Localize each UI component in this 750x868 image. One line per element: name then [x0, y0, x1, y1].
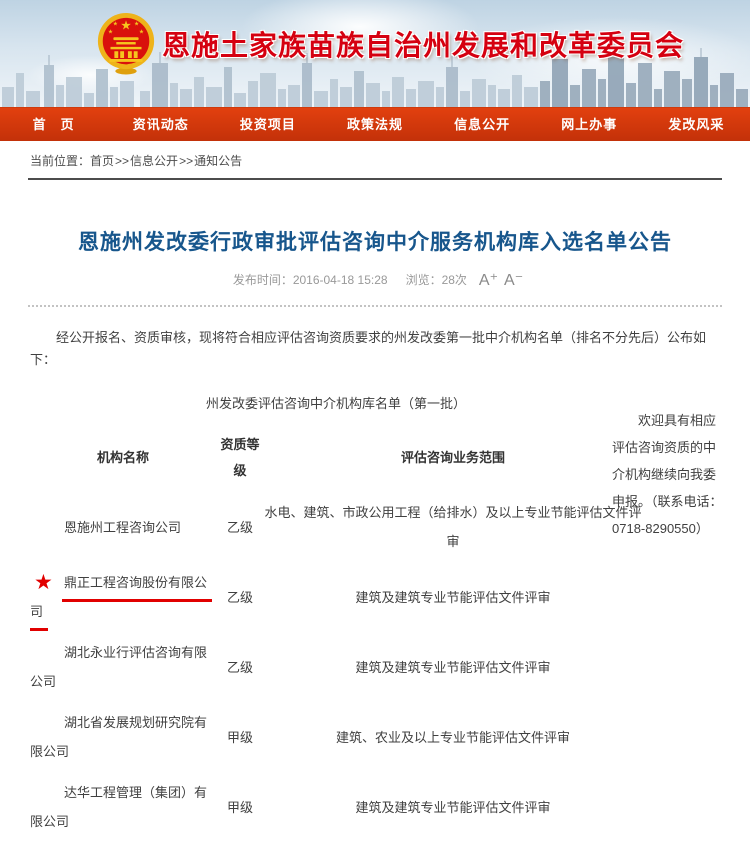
list-title: 州发改委评估咨询中介机构库名单（第一批） [30, 393, 642, 412]
level-cell: 乙级 [216, 632, 264, 702]
site-banner: ★ ★ ★ ★ ★ 恩施土家族苗族自治州发展和改革委员会 [0, 0, 750, 107]
scope-cell: 水电、建筑、市政公用工程（给排水）及以上专业节能评估文件评审 [264, 492, 642, 562]
breadcrumb-separator: >> [179, 154, 193, 168]
site-title: 恩施土家族苗族自治州发展和改革委员会 [162, 24, 684, 64]
nav-item[interactable]: 首 页 [0, 108, 107, 141]
level-cell: 乙级 [216, 492, 264, 562]
publish-time: 发布时间：2016-04-18 15:28 [233, 273, 388, 287]
org-name-cell: 湖北永业行评估咨询有限公司 [30, 632, 216, 702]
nav-item[interactable]: 投资项目 [214, 108, 321, 141]
org-name-cell: 恩施州工程咨询公司 [30, 492, 216, 562]
article-meta: 发布时间：2016-04-18 15:28 浏览：28次 A⁺ A⁻ [0, 270, 750, 290]
article-body: 州发改委评估咨询中介机构库名单（第一批） 机构名称 资质等级 评估咨询业务范围 … [30, 393, 720, 853]
org-name: 鼎正工程咨询股份有限公司 [30, 568, 216, 626]
org-name: 湖北永业行评估咨询有限公司 [30, 638, 216, 696]
page: ★ ★ ★ ★ ★ 恩施土家族苗族自治州发展和改革委员会 首 页资讯动态投资项目… [0, 0, 750, 868]
org-name-cell: 鼎正工程咨询股份有限公司★ [30, 562, 216, 632]
view-count: 浏览：28次 [406, 273, 467, 287]
breadcrumb: 当前位置：首页>>信息公开>>通知公告 [0, 141, 750, 178]
font-decrease-button[interactable]: A⁻ [504, 272, 523, 289]
svg-text:★: ★ [108, 28, 113, 35]
nav-item[interactable]: 政策法规 [321, 108, 428, 141]
red-underline [62, 599, 212, 602]
svg-text:★: ★ [134, 21, 139, 28]
table-row: 鼎正工程咨询股份有限公司★乙级建筑及建筑专业节能评估文件评审 [30, 562, 642, 632]
national-emblem-icon: ★ ★ ★ ★ ★ [95, 10, 157, 76]
nav-item[interactable]: 发改风采 [643, 108, 750, 141]
intro-paragraph: 经公开报名、资质审核，现将符合相应评估咨询资质要求的州发改委第一批中介机构名单（… [30, 327, 720, 371]
level-cell: 甲级 [216, 772, 264, 842]
table-row: 湖北省发展规划研究院有限公司甲级建筑、农业及以上专业节能评估文件评审 [30, 702, 642, 772]
level-cell: 乙级 [216, 562, 264, 632]
dotted-divider [28, 305, 722, 307]
table-row: 湖北永业行评估咨询有限公司乙级建筑及建筑专业节能评估文件评审 [30, 632, 642, 702]
col-header-scope: 评估咨询业务范围 [264, 424, 642, 492]
nav-item[interactable]: 网上办事 [536, 108, 643, 141]
table-row: 达华工程管理（集团）有限公司甲级建筑及建筑专业节能评估文件评审 [30, 772, 642, 842]
article: 恩施州发改委行政审批评估咨询中介服务机构库入选名单公告 发布时间：2016-04… [0, 226, 750, 868]
svg-text:★: ★ [113, 21, 118, 28]
nav-item[interactable]: 资讯动态 [107, 108, 214, 141]
col-header-level: 资质等级 [216, 424, 264, 492]
scope-cell: 建筑及建筑专业节能评估文件评审 [264, 632, 642, 702]
level-cell: 甲级 [216, 702, 264, 772]
org-name: 恩施州工程咨询公司 [30, 513, 216, 542]
breadcrumb-prefix: 当前位置： [30, 154, 90, 168]
org-name-cell: 达华工程管理（集团）有限公司 [30, 772, 216, 842]
org-name: 湖北省发展规划研究院有限公司 [30, 708, 216, 766]
nav-item[interactable]: 信息公开 [429, 108, 536, 141]
star-icon: ★ [34, 572, 53, 593]
font-increase-button[interactable]: A⁺ [479, 272, 498, 289]
scope-cell: 建筑及建筑专业节能评估文件评审 [264, 772, 642, 842]
side-note: 欢迎具有相应评估咨询资质的中介机构继续向我委申报。（联系电话：0718-8290… [612, 407, 724, 542]
article-title: 恩施州发改委行政审批评估咨询中介服务机构库入选名单公告 [30, 226, 720, 256]
table-area: 州发改委评估咨询中介机构库名单（第一批） 机构名称 资质等级 评估咨询业务范围 … [30, 393, 642, 842]
svg-text:★: ★ [139, 28, 144, 35]
scope-cell: 建筑及建筑专业节能评估文件评审 [264, 562, 642, 632]
table-header-row: 机构名称 资质等级 评估咨询业务范围 [30, 424, 642, 492]
breadcrumb-link[interactable]: 信息公开 [130, 154, 178, 168]
org-name: 达华工程管理（集团）有限公司 [30, 778, 216, 836]
main-nav: 首 页资讯动态投资项目政策法规信息公开网上办事发改风采 [0, 107, 750, 141]
breadcrumb-separator: >> [115, 154, 129, 168]
red-underline [30, 628, 48, 631]
svg-text:★: ★ [120, 18, 131, 32]
col-header-name: 机构名称 [30, 424, 216, 492]
breadcrumb-link[interactable]: 首页 [90, 154, 114, 168]
org-table: 机构名称 资质等级 评估咨询业务范围 恩施州工程咨询公司乙级水电、建筑、市政公用… [30, 424, 642, 842]
table-row: 恩施州工程咨询公司乙级水电、建筑、市政公用工程（给排水）及以上专业节能评估文件评… [30, 492, 642, 562]
org-name-cell: 湖北省发展规划研究院有限公司 [30, 702, 216, 772]
section-divider [28, 178, 722, 180]
scope-cell: 建筑、农业及以上专业节能评估文件评审 [264, 702, 642, 772]
breadcrumb-link[interactable]: 通知公告 [194, 154, 242, 168]
